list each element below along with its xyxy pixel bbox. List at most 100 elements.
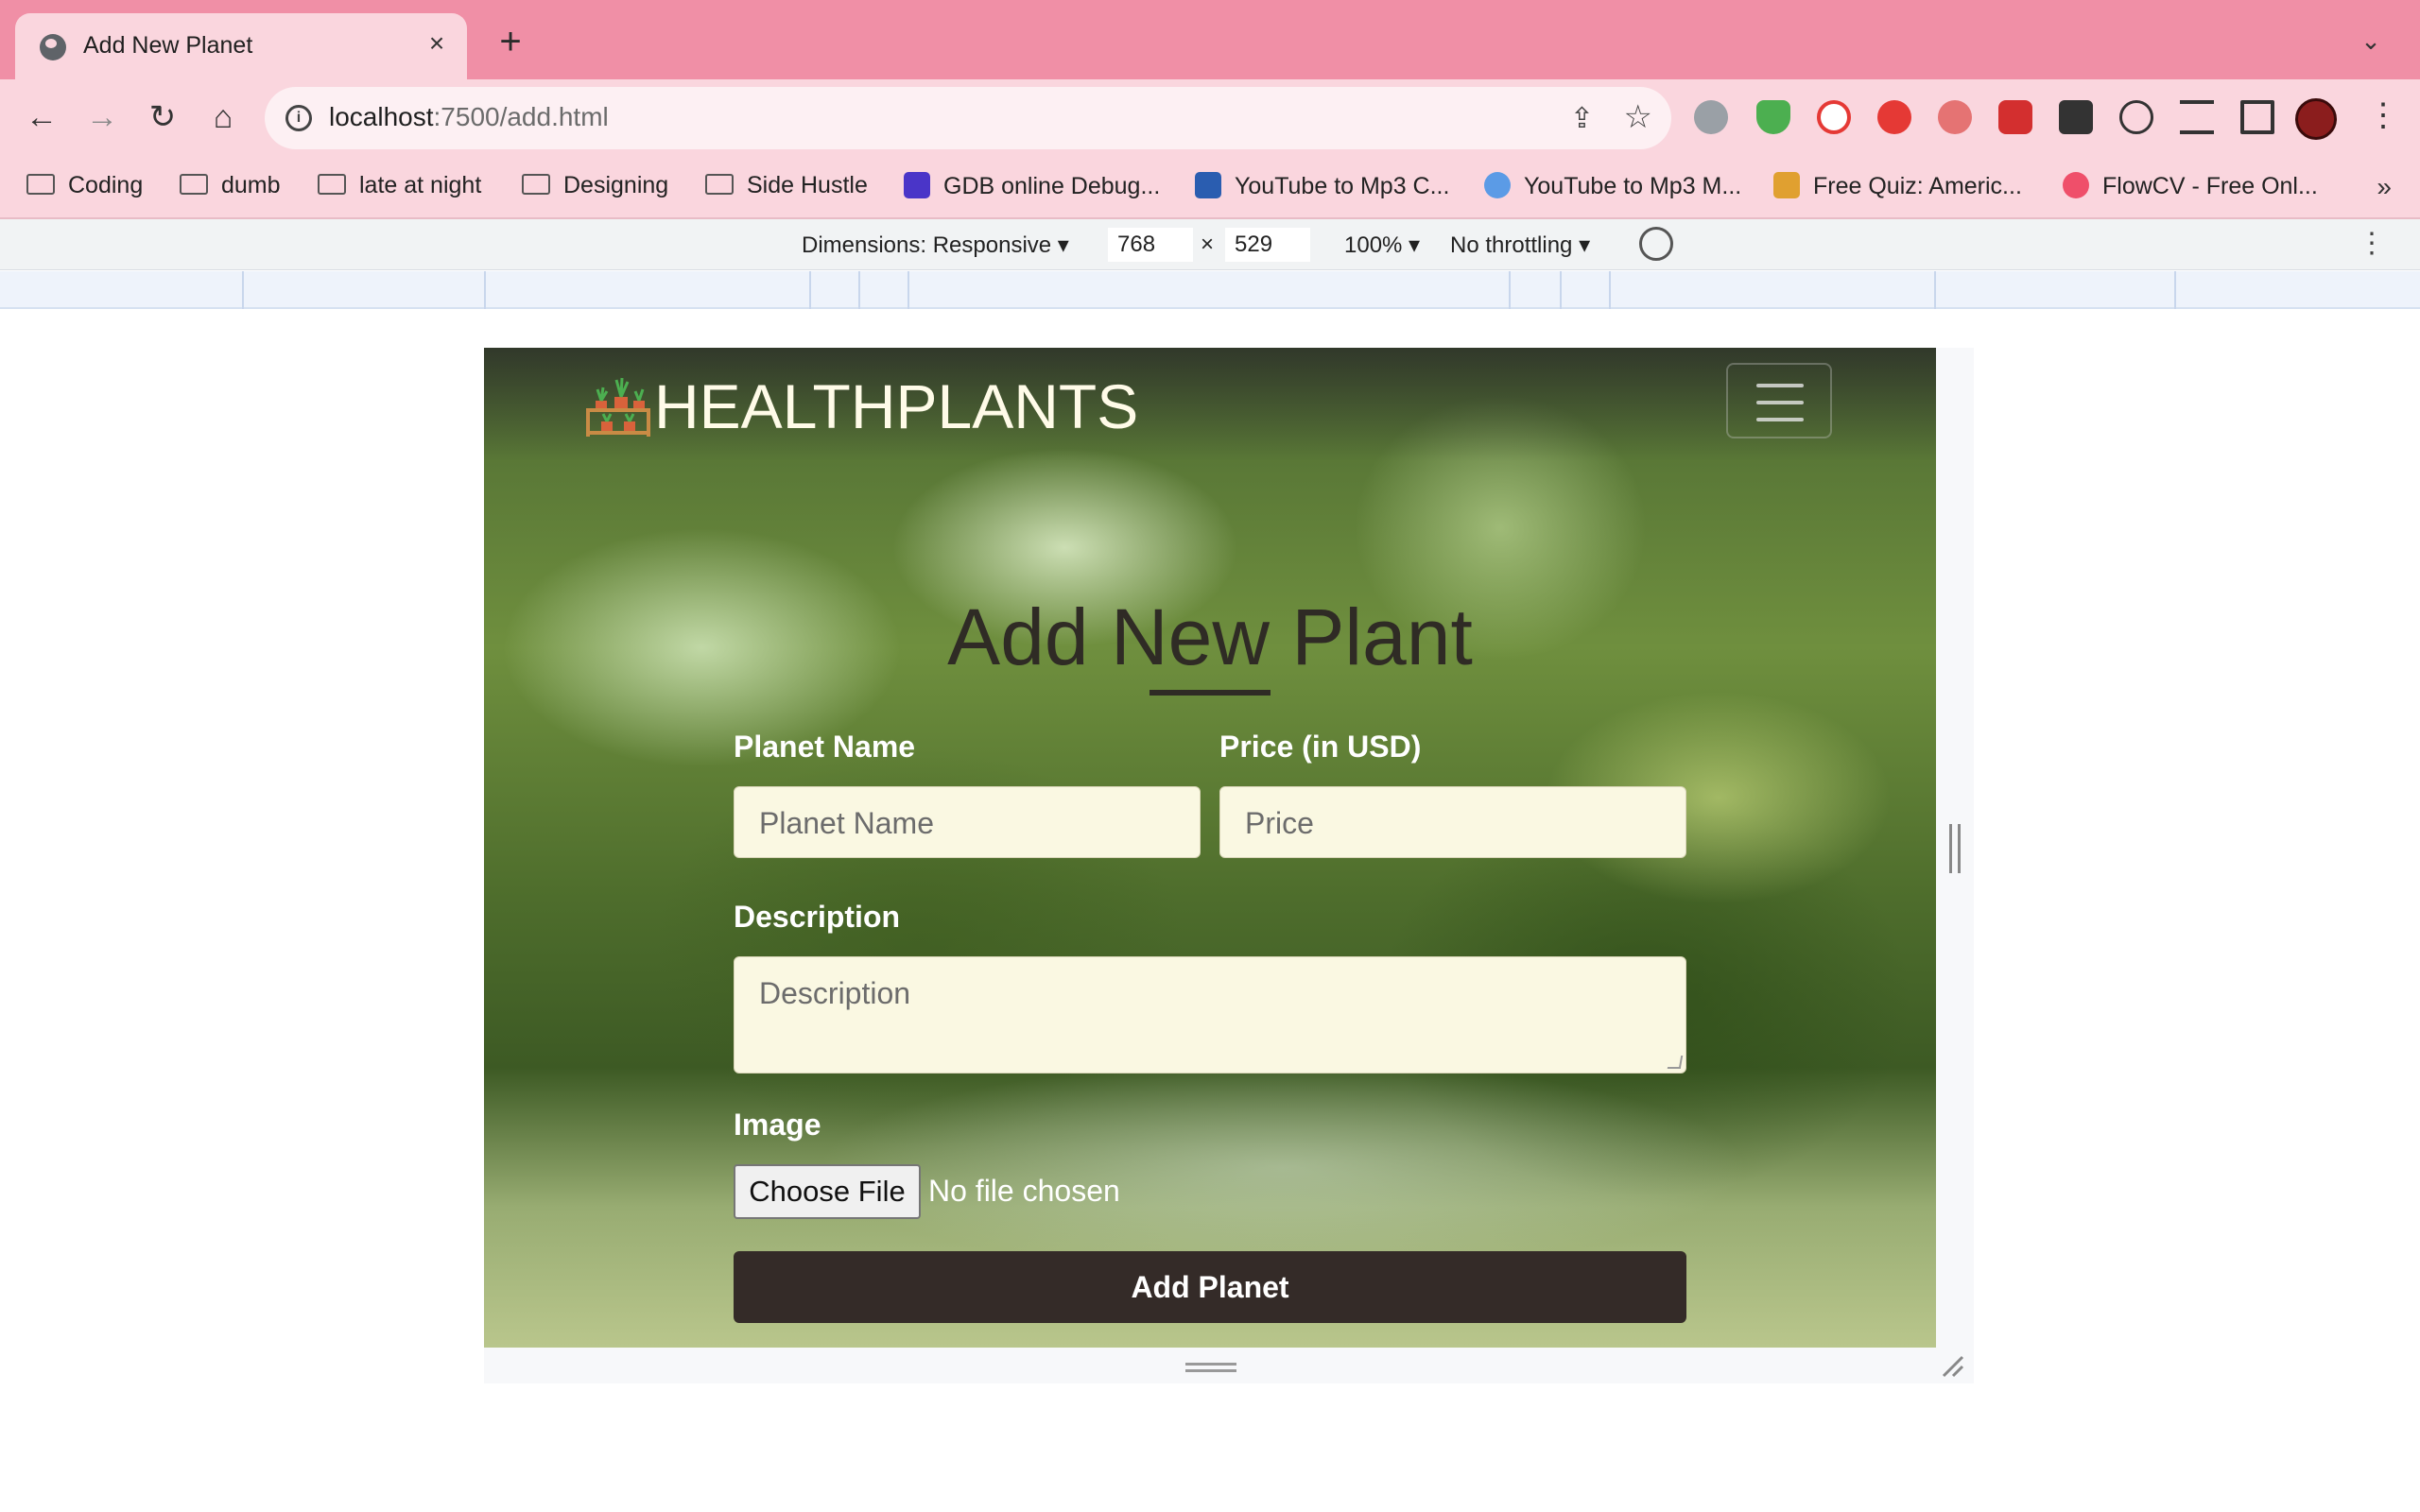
media-query-marker[interactable] <box>1609 271 1611 309</box>
badge-extension-icon[interactable] <box>1938 100 1972 134</box>
url-host: localhost <box>329 102 434 131</box>
youtube-extension-icon[interactable] <box>1817 100 1851 134</box>
tab-title: Add New Planet <box>83 32 253 59</box>
bookmark-label: Free Quiz: Americ... <box>1813 173 2022 199</box>
media-query-bar[interactable] <box>0 271 2420 309</box>
bookmark-label: dumb <box>221 172 281 198</box>
active-tab[interactable]: Add New Planet × <box>15 13 467 79</box>
gdb-icon <box>904 172 930 198</box>
menu-line <box>1756 384 1804 387</box>
bookmark-label: late at night <box>359 172 482 198</box>
flowcv-icon <box>2063 172 2089 198</box>
bookmark-dumb[interactable]: dumb <box>180 172 281 204</box>
shield-extension-icon[interactable] <box>1756 100 1790 134</box>
height-input[interactable]: 529 <box>1225 228 1310 262</box>
hand-stop-extension-icon[interactable] <box>1877 100 1911 134</box>
menu-line <box>1756 401 1804 404</box>
new-tab-button[interactable]: + <box>490 23 531 64</box>
back-button[interactable]: ← <box>21 96 62 138</box>
zoom-dropdown[interactable]: 100% ▾ <box>1344 232 1420 259</box>
media-query-marker[interactable] <box>1560 271 1562 309</box>
corner-resize-handle-icon[interactable] <box>1940 1353 1964 1378</box>
vpn-globe-icon[interactable] <box>1694 100 1728 134</box>
folder-icon <box>26 174 55 195</box>
image-label: Image <box>734 1108 821 1142</box>
price-input[interactable]: Price <box>1219 786 1686 858</box>
title-underline <box>1150 690 1270 696</box>
times-sign: × <box>1201 232 1215 257</box>
price-label: Price (in USD) <box>1219 730 1422 764</box>
profile-avatar[interactable] <box>2295 98 2337 140</box>
share-icon[interactable]: ⇪ <box>1570 102 1594 135</box>
reading-list-icon[interactable] <box>2180 100 2214 134</box>
description-textarea[interactable]: Description <box>734 956 1686 1074</box>
bookmark-gdb[interactable]: GDB online Debug... <box>904 172 1160 204</box>
url-path: :7500/add.html <box>433 102 609 131</box>
dimensions-dropdown[interactable]: Dimensions: Responsive ▾ <box>802 232 1069 259</box>
puzzle-extensions-icon[interactable] <box>2059 100 2093 134</box>
navbar-toggler-button[interactable] <box>1726 363 1832 438</box>
folder-icon <box>318 174 346 195</box>
bookmarks-bar: Coding dumb late at night Designing Side… <box>0 157 2420 219</box>
resize-grip-icon[interactable] <box>1667 1056 1684 1069</box>
bookmark-label: YouTube to Mp3 M... <box>1524 173 1742 199</box>
choose-file-button[interactable]: Choose File <box>734 1164 921 1219</box>
tab-search-chevron-icon[interactable]: ⌄ <box>2356 26 2386 57</box>
rotate-icon[interactable] <box>1639 227 1673 261</box>
device-toolbar: Dimensions: Responsive ▾ 768 × 529 100% … <box>0 219 2420 270</box>
width-input[interactable]: 768 <box>1108 228 1193 262</box>
media-query-marker[interactable] <box>809 271 811 309</box>
address-bar[interactable]: i localhost:7500/add.html ⇪ ☆ <box>265 87 1671 149</box>
browser-toolbar: ← → ↻ ⌂ i localhost:7500/add.html ⇪ ☆ ⋮ <box>0 79 2420 157</box>
media-query-marker[interactable] <box>242 271 244 309</box>
bookmark-flowcv[interactable]: FlowCV - Free Onl... <box>2063 172 2318 204</box>
bookmark-late-at-night[interactable]: late at night <box>318 172 481 204</box>
menu-line <box>1756 418 1804 421</box>
right-resize-handle[interactable] <box>1949 824 1961 873</box>
bookmark-label: Side Hustle <box>747 172 868 198</box>
browser-menu-icon[interactable]: ⋮ <box>2367 96 2399 134</box>
bookmark-youtube-mp3-c[interactable]: YouTube to Mp3 C... <box>1195 172 1449 204</box>
bookmark-coding[interactable]: Coding <box>26 172 143 204</box>
folder-icon <box>522 174 550 195</box>
throttling-dropdown[interactable]: No throttling ▾ <box>1450 232 1590 259</box>
bookmark-designing[interactable]: Designing <box>522 172 668 204</box>
bookmarks-overflow-icon[interactable]: » <box>2377 172 2392 202</box>
bottom-resize-handle[interactable] <box>1185 1363 1236 1372</box>
description-placeholder: Description <box>759 976 911 1010</box>
forward-button[interactable]: → <box>81 96 123 138</box>
cloud-download-icon <box>1484 172 1511 198</box>
bookmark-label: YouTube to Mp3 C... <box>1235 173 1450 199</box>
add-planet-button[interactable]: Add Planet <box>734 1251 1686 1323</box>
home-button[interactable]: ⌂ <box>202 96 244 138</box>
media-query-marker[interactable] <box>1509 271 1511 309</box>
bookmark-youtube-mp3-m[interactable]: YouTube to Mp3 M... <box>1484 172 1741 204</box>
bookmark-star-icon[interactable]: ☆ <box>1624 98 1652 136</box>
media-query-marker[interactable] <box>484 271 486 309</box>
side-panel-icon[interactable] <box>2240 100 2274 134</box>
name-label: Planet Name <box>734 730 916 764</box>
planet-name-input[interactable]: Planet Name <box>734 786 1201 858</box>
brand-name: HEALTHPLANTS <box>654 371 1139 441</box>
close-tab-icon[interactable]: × <box>420 26 454 60</box>
performance-icon[interactable] <box>2119 100 2153 134</box>
media-query-marker[interactable] <box>2174 271 2176 309</box>
url-text[interactable]: localhost:7500/add.html <box>329 102 609 132</box>
quiz-icon <box>1773 172 1800 198</box>
download-icon <box>1195 172 1221 198</box>
plant-shelf-logo-icon <box>586 377 650 437</box>
bookmark-label: Coding <box>68 172 144 198</box>
description-label: Description <box>734 900 901 934</box>
media-query-marker[interactable] <box>858 271 860 309</box>
reload-button[interactable]: ↻ <box>142 96 183 138</box>
media-query-marker[interactable] <box>1934 271 1936 309</box>
block-extension-icon[interactable] <box>1998 100 2032 134</box>
bookmark-side-hustle[interactable]: Side Hustle <box>705 172 868 204</box>
bookmark-label: Designing <box>563 172 669 198</box>
file-status: No file chosen <box>928 1174 1120 1208</box>
folder-icon <box>705 174 734 195</box>
site-info-icon[interactable]: i <box>285 105 312 131</box>
device-toolbar-menu-icon[interactable]: ⋮ <box>2358 227 2386 260</box>
bookmark-free-quiz[interactable]: Free Quiz: Americ... <box>1773 172 2022 204</box>
media-query-marker[interactable] <box>908 271 909 309</box>
